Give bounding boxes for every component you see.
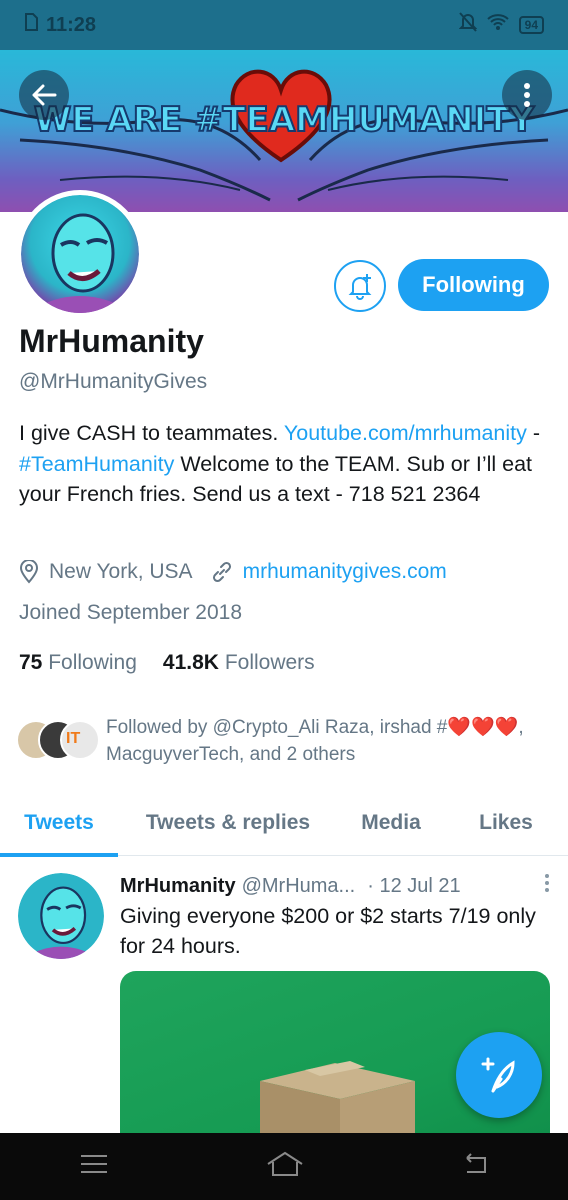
menu-nav-button[interactable]: [79, 1153, 109, 1180]
clock: 11:28: [46, 13, 97, 36]
sim-icon: [24, 13, 38, 37]
more-vertical-icon: [545, 874, 549, 892]
followed-by-text: Followed by @Crypto_Ali Raza, irshad #❤️…: [106, 717, 524, 765]
follower-avatars: IT: [16, 714, 102, 764]
profile-meta: New York, USA mrhumanitygives.com: [19, 560, 447, 584]
bio-hashtag[interactable]: #TeamHumanity: [19, 452, 174, 476]
follow-counts: 75 Following 41.8K Followers: [19, 651, 315, 675]
wifi-icon: [486, 13, 509, 37]
home-nav-button[interactable]: [266, 1150, 304, 1183]
notifications-button[interactable]: [334, 260, 386, 312]
battery-icon: 94: [518, 16, 544, 34]
tweet-menu-button[interactable]: [544, 873, 550, 899]
link-icon: [212, 561, 231, 583]
tweet-author-name: MrHumanity: [120, 874, 236, 897]
profile-banner: WE ARE #TEAMHUMANITY: [0, 50, 568, 212]
profile-location: New York, USA: [49, 560, 193, 583]
profile-joined: Joined September 2018: [19, 601, 242, 624]
bell-plus-icon: [348, 274, 372, 300]
profile-handle: @MrHumanityGives: [19, 370, 208, 393]
tab-media[interactable]: Media: [338, 790, 444, 856]
tweet-avatar[interactable]: [18, 873, 104, 959]
menu-icon: [80, 1155, 107, 1173]
home-icon: [267, 1151, 303, 1176]
tweet-author-handle: @MrHuma...: [241, 874, 356, 897]
profile-bio: I give CASH to teammates. Youtube.com/​m…: [19, 418, 549, 510]
back-nav-button[interactable]: [461, 1152, 489, 1181]
tweet-date: · 12 Jul 21: [367, 874, 461, 897]
bio-link[interactable]: Youtube.com/​mrhumanity: [284, 421, 527, 445]
more-vertical-icon: [524, 83, 530, 107]
compose-feather-icon: [481, 1057, 515, 1093]
status-bar: 11:28 94: [0, 0, 568, 50]
back-icon: [466, 1153, 487, 1173]
profile-tabs: Tweets Tweets & replies Media Likes: [0, 790, 568, 857]
location-icon: [19, 560, 39, 584]
followers-count-link[interactable]: 41.8K Followers: [163, 651, 315, 675]
followed-by[interactable]: IT Followed by @Crypto_Ali Raza, irshad …: [16, 714, 556, 768]
profile-website[interactable]: mrhumanitygives.com: [243, 560, 447, 584]
following-count-link[interactable]: 75 Following: [19, 651, 137, 675]
mute-icon: [458, 12, 478, 38]
arrow-left-icon: [32, 84, 57, 106]
profile-name: MrHumanity: [19, 323, 204, 359]
following-button[interactable]: Following: [398, 259, 549, 311]
tweet-header: MrHumanity @MrHuma... · 12 Jul 21: [120, 873, 550, 899]
more-options-button[interactable]: [502, 70, 552, 120]
tab-tweets-replies[interactable]: Tweets & replies: [118, 790, 338, 856]
tweet-text: Giving everyone $200 or $2 starts 7/19 o…: [120, 904, 536, 958]
following-count: 75: [19, 651, 43, 674]
system-nav-bar: [0, 1133, 568, 1200]
followers-label: Followers: [224, 651, 315, 674]
back-button[interactable]: [19, 70, 69, 120]
bio-text: -: [526, 421, 541, 445]
compose-tweet-button[interactable]: [456, 1032, 542, 1118]
bio-text: I give CASH to teammates.: [19, 421, 284, 445]
following-label: Following: [48, 651, 137, 674]
banner-title: WE ARE #TEAMHUMANITY: [33, 99, 535, 141]
tab-tweets[interactable]: Tweets: [0, 790, 118, 857]
followers-count: 41.8K: [162, 651, 219, 674]
profile-avatar[interactable]: [16, 190, 144, 318]
tab-likes[interactable]: Likes: [444, 790, 568, 856]
avatar: IT: [60, 720, 100, 760]
